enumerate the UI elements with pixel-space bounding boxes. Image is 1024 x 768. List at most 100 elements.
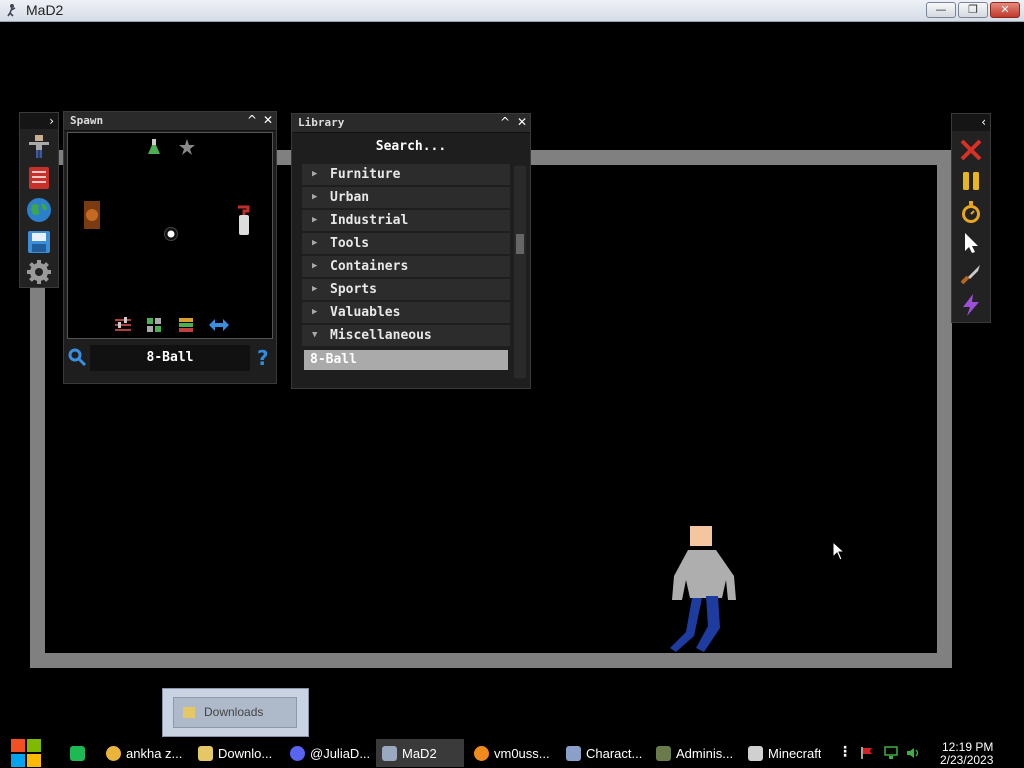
- app-icon: [566, 746, 581, 761]
- network-icon[interactable]: [884, 746, 898, 760]
- minimize-button[interactable]: —: [926, 2, 956, 18]
- category-industrial[interactable]: ▶ Industrial: [302, 210, 510, 231]
- fire-extinguisher-item-icon[interactable]: [234, 205, 252, 235]
- mouse-cursor-icon: [832, 541, 846, 561]
- spawn-panel-header[interactable]: Spawn ^ ✕: [64, 112, 276, 131]
- taskbar-item-label: ankha z...: [126, 746, 183, 761]
- collapse-arrow-icon: ▼: [312, 330, 318, 340]
- expand-arrow-icon: ▶: [312, 307, 318, 317]
- lightning-icon[interactable]: [959, 293, 983, 317]
- taskbar-item-character[interactable]: Charact...: [560, 739, 648, 767]
- layers-icon[interactable]: [178, 317, 194, 333]
- window-titlebar[interactable]: MaD2 — ❐ ✕: [0, 0, 1024, 22]
- taskbar-item-administrator[interactable]: Adminis...: [650, 739, 738, 767]
- category-sports[interactable]: ▶ Sports: [302, 279, 510, 300]
- left-toolbar: ›: [19, 112, 59, 288]
- category-furniture[interactable]: ▶ Furniture: [302, 164, 510, 185]
- spotify-icon: [70, 746, 85, 761]
- taskbar-item-label: Charact...: [586, 746, 643, 761]
- collapse-toolbar-button[interactable]: ‹: [981, 114, 986, 131]
- save-icon[interactable]: [26, 229, 52, 255]
- folder-icon: [198, 746, 213, 761]
- flag-icon[interactable]: [860, 746, 874, 760]
- library-panel-title: Library: [298, 116, 345, 129]
- library-panel-header[interactable]: Library ^ ✕: [292, 114, 530, 133]
- taskbar-item-downloads[interactable]: Downlo...: [192, 739, 280, 767]
- expand-arrow-icon: ▶: [312, 284, 318, 294]
- right-toolbar-header: ‹: [952, 114, 990, 131]
- downloads-popup: Downloads: [162, 688, 309, 737]
- taskbar-item-label: MaD2: [402, 746, 437, 761]
- library-category-list: ▶ Furniture ▶ Urban ▶ Industrial ▶ Tools ▶ Co…: [302, 164, 510, 379]
- category-label: Industrial: [330, 213, 409, 228]
- stopwatch-icon[interactable]: [959, 200, 983, 224]
- category-containers[interactable]: ▶ Containers: [302, 256, 510, 277]
- spawn-close-button[interactable]: ✕: [261, 113, 275, 128]
- close-window-button[interactable]: ✕: [990, 2, 1020, 18]
- taskbar-item-label: Downlo...: [218, 746, 273, 761]
- clock-date[interactable]: 2/23/2023: [940, 753, 993, 767]
- downloads-folder-item[interactable]: Downloads: [173, 697, 297, 728]
- clock-time[interactable]: 12:19 PM: [942, 740, 993, 754]
- taskbar-item-spotify[interactable]: [64, 739, 94, 767]
- right-toolbar: ‹: [951, 113, 991, 323]
- ragdoll-character[interactable]: [668, 524, 740, 656]
- taskbar-item-minecraft[interactable]: Minecraft: [742, 739, 830, 767]
- category-valuables[interactable]: ▶ Valuables: [302, 302, 510, 323]
- library-item-8-ball[interactable]: 8-Ball: [304, 350, 508, 370]
- globe-icon[interactable]: [26, 197, 52, 223]
- category-tools[interactable]: ▶ Tools: [302, 233, 510, 254]
- spawn-preview-area[interactable]: [67, 132, 273, 339]
- tray-overflow-button[interactable]: ⋮: [838, 744, 852, 760]
- 8-ball-item-icon[interactable]: [164, 227, 178, 241]
- book-icon[interactable]: [26, 165, 52, 191]
- search-icon[interactable]: [68, 348, 86, 366]
- crate-item-icon[interactable]: [82, 201, 102, 229]
- knife-icon[interactable]: [959, 262, 983, 286]
- close-x-icon[interactable]: [959, 138, 983, 162]
- spawn-panel: Spawn ^ ✕ 8-Ball ?: [63, 111, 277, 384]
- volume-icon[interactable]: [906, 746, 920, 760]
- category-miscellaneous[interactable]: ▼ Miscellaneous: [302, 325, 510, 346]
- library-close-button[interactable]: ✕: [515, 115, 529, 130]
- library-collapse-button[interactable]: ^: [498, 115, 512, 130]
- left-toolbar-header: ›: [20, 113, 58, 129]
- terminal-icon: [656, 746, 671, 761]
- sliders-icon[interactable]: [114, 317, 132, 333]
- mad2-app-icon: [382, 746, 397, 761]
- taskbar-item-vm0uss[interactable]: vm0uss...: [468, 739, 556, 767]
- expand-toolbar-button[interactable]: ›: [49, 113, 54, 129]
- expand-arrow-icon: ▶: [312, 215, 318, 225]
- scrollbar-thumb[interactable]: [516, 234, 524, 254]
- grid-view-icon[interactable]: [146, 317, 162, 333]
- expand-arrow-icon: ▶: [312, 169, 318, 179]
- swap-arrows-icon[interactable]: [209, 319, 229, 331]
- window-title: MaD2: [26, 2, 64, 18]
- app-icon: [7, 4, 16, 17]
- category-label: Valuables: [330, 305, 401, 320]
- ragdoll-icon[interactable]: [26, 133, 52, 159]
- category-urban[interactable]: ▶ Urban: [302, 187, 510, 208]
- taskbar-item-discord[interactable]: @JuliaD...: [284, 739, 372, 767]
- pause-icon[interactable]: [959, 169, 983, 193]
- category-label: Tools: [330, 236, 370, 251]
- settings-icon[interactable]: [26, 259, 52, 285]
- cursor-icon[interactable]: [959, 231, 983, 255]
- windows-start-icon[interactable]: [8, 738, 44, 768]
- flask-icon[interactable]: [147, 139, 161, 155]
- library-scrollbar[interactable]: [514, 166, 526, 378]
- taskbar-item-label: Minecraft: [768, 746, 822, 761]
- category-label: Sports: [330, 282, 377, 297]
- help-button[interactable]: ?: [257, 345, 269, 371]
- expand-arrow-icon: ▶: [312, 261, 318, 271]
- maximize-button[interactable]: ❐: [958, 2, 988, 18]
- category-label: Furniture: [330, 167, 401, 182]
- taskbar-item-chrome[interactable]: ankha z...: [100, 739, 188, 767]
- taskbar-item-label: Adminis...: [676, 746, 734, 761]
- library-search-input[interactable]: Search...: [294, 134, 528, 160]
- taskbar-item-mad2[interactable]: MaD2: [376, 739, 464, 767]
- folder-icon: [183, 707, 195, 718]
- expand-arrow-icon: ▶: [312, 238, 318, 248]
- star-icon[interactable]: [178, 138, 196, 156]
- spawn-collapse-button[interactable]: ^: [245, 113, 259, 128]
